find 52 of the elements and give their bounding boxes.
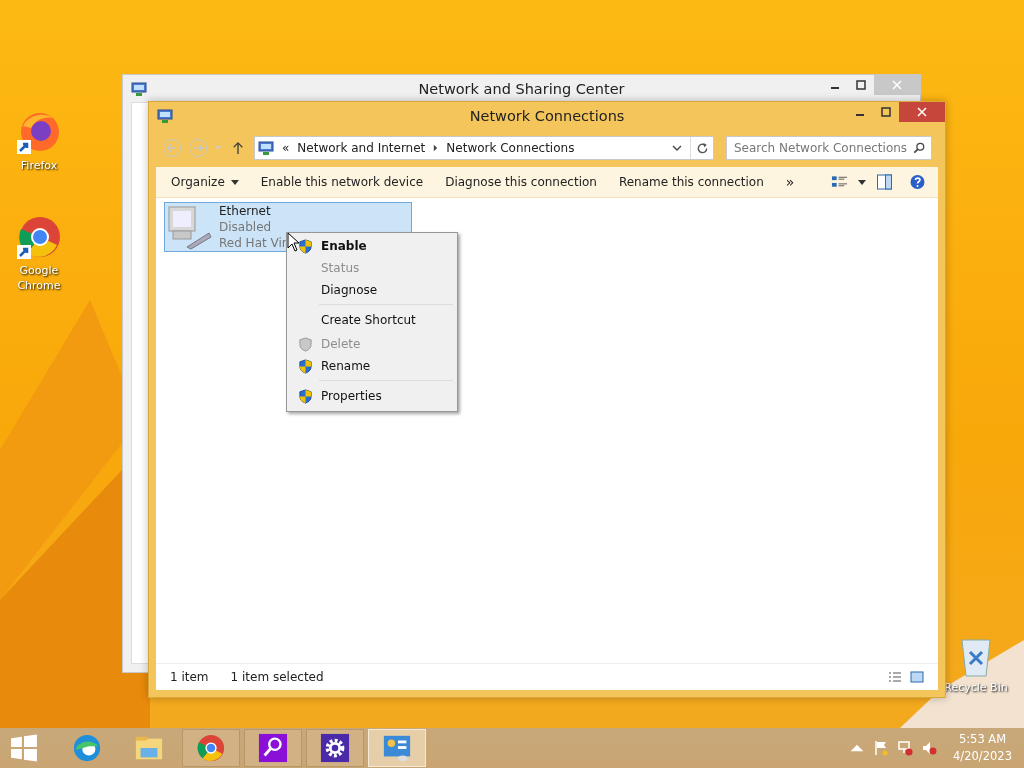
breadcrumb[interactable]: Network and Internet	[297, 141, 426, 155]
help-icon[interactable]	[909, 174, 926, 190]
mouse-cursor-icon	[287, 232, 299, 252]
window-title: Network and Sharing Center	[418, 80, 625, 97]
up-button[interactable]	[232, 141, 244, 155]
connection-name: Ethernet	[219, 203, 272, 219]
close-icon[interactable]	[917, 107, 927, 117]
settings-icon	[320, 733, 350, 763]
view-options-icon[interactable]	[831, 174, 848, 190]
organize-menu[interactable]: Organize	[162, 171, 248, 193]
connection-status: Disabled	[219, 219, 273, 235]
menu-item[interactable]: Diagnose	[289, 279, 455, 301]
refresh-icon[interactable]	[695, 141, 709, 155]
network-icon	[157, 107, 173, 124]
menu-item[interactable]: Rename	[289, 355, 455, 377]
shield-icon	[297, 336, 313, 352]
preview-pane-icon[interactable]	[876, 174, 893, 190]
caret-icon[interactable]	[230, 179, 239, 185]
desktop-icon-label[interactable]: Recycle Bin	[944, 680, 1008, 695]
dropdown-icon[interactable]	[672, 145, 682, 151]
network-icon	[258, 140, 274, 156]
window-title: Network Connections	[469, 107, 625, 124]
maximize-icon[interactable]	[881, 107, 891, 117]
chevron-icon[interactable]	[433, 144, 439, 152]
start-button[interactable]	[10, 734, 38, 762]
more-commands-button[interactable]: »	[776, 170, 804, 194]
search-icon[interactable]	[913, 142, 925, 154]
taskbar-button[interactable]	[306, 729, 364, 767]
toolbar-button[interactable]: Rename this connection	[609, 171, 773, 193]
selection-count: 1 item selected	[230, 670, 324, 684]
toolbar-button[interactable]: Diagnose this connection	[436, 171, 606, 193]
network-status-icon[interactable]	[897, 740, 914, 756]
shield-icon	[297, 358, 313, 374]
maximize-icon[interactable]	[856, 80, 866, 90]
search-icon	[258, 733, 288, 763]
device-name: Red Hat Vir	[219, 235, 287, 251]
edge-icon	[72, 733, 102, 763]
breadcrumb-overflow[interactable]: «	[282, 141, 290, 155]
address-bar[interactable]: « Network and Internet Network Connections	[254, 136, 714, 160]
network-adapter-icon	[165, 203, 213, 251]
control-panel-icon	[382, 733, 412, 763]
volume-muted-icon[interactable]	[921, 740, 938, 756]
shield-icon	[297, 238, 313, 254]
toolbar-button[interactable]: Enable this network device	[251, 171, 433, 193]
search-field[interactable]: Search Network Connections	[726, 136, 932, 160]
chrome-icon	[196, 733, 226, 763]
shield-icon	[297, 388, 313, 404]
breadcrumb[interactable]: Network Connections	[446, 141, 575, 155]
caret-icon[interactable]	[858, 179, 866, 185]
taskbar-button[interactable]	[244, 729, 302, 767]
network-icon	[131, 80, 147, 97]
item-count: 1 item	[170, 670, 209, 684]
